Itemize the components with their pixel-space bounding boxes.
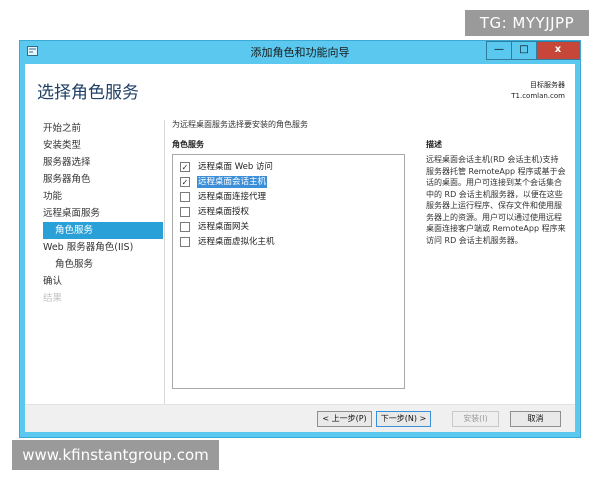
wizard-client-area: 选择角色服务 目标服务器 T1.comlan.com 开始之前 安装类型 服务器… — [25, 64, 575, 432]
role-row-rd-gateway[interactable]: 远程桌面网关 — [180, 220, 250, 234]
role-row-rd-session-host[interactable]: ✓ 远程桌面会话主机 — [180, 175, 268, 189]
wizard-nav: 开始之前 安装类型 服务器选择 服务器角色 功能 远程桌面服务 角色服务 Web… — [43, 120, 163, 307]
role-label-rd-session-host: 远程桌面会话主机 — [197, 176, 268, 188]
nav-item-features[interactable]: 功能 — [43, 188, 163, 205]
role-row-rd-web-access[interactable]: ✓ 远程桌面 Web 访问 — [180, 160, 274, 174]
roles-heading: 角色服务 — [172, 140, 204, 149]
role-checkbox-rd-licensing[interactable] — [180, 207, 190, 217]
description-heading: 描述 — [426, 140, 442, 149]
nav-item-remote-desktop-services[interactable]: 远程桌面服务 — [43, 205, 163, 222]
role-label-rd-connection-broker: 远程桌面连接代理 — [198, 192, 267, 202]
title-bar: 添加角色和功能向导 — □ x — [20, 41, 580, 63]
wizard-footer: < 上一步(P) 下一步(N) > 安装(I) 取消 — [25, 404, 575, 432]
nav-item-results: 结果 — [43, 293, 63, 304]
nav-item-web-server-role[interactable]: Web 服务器角色(IIS) — [43, 239, 163, 256]
role-checkbox-rd-connection-broker[interactable] — [180, 192, 190, 202]
maximize-button[interactable]: □ — [511, 41, 537, 60]
next-button[interactable]: 下一步(N) > — [376, 411, 431, 427]
role-services-list[interactable]: ✓ 远程桌面 Web 访问 ✓ 远程桌面会话主机 远程桌面连接代理 远程桌面授权… — [172, 154, 405, 389]
instruction-text: 为远程桌面服务选择要安装的角色服务 — [172, 120, 308, 129]
role-label-rd-web-access: 远程桌面 Web 访问 — [198, 162, 273, 172]
role-label-rd-gateway: 远程桌面网关 — [198, 222, 250, 232]
role-checkbox-rd-virtualization-host[interactable] — [180, 237, 190, 247]
nav-item-before-you-begin[interactable]: 开始之前 — [43, 120, 163, 137]
nav-item-confirmation[interactable]: 确认 — [43, 273, 163, 290]
role-label-rd-virtualization-host: 远程桌面虚拟化主机 — [198, 237, 275, 247]
role-checkbox-rd-gateway[interactable] — [180, 222, 190, 232]
destination-server-name: T1.comlan.com — [511, 92, 565, 100]
description-text: 远程桌面会话主机(RD 会话主机)支持服务器托管 RemoteApp 程序或基于… — [426, 155, 566, 245]
nav-item-server-roles[interactable]: 服务器角色 — [43, 171, 163, 188]
role-row-rd-connection-broker[interactable]: 远程桌面连接代理 — [180, 190, 267, 204]
role-checkbox-rd-session-host[interactable]: ✓ — [180, 177, 190, 187]
role-checkbox-rd-web-access[interactable]: ✓ — [180, 162, 190, 172]
previous-button[interactable]: < 上一步(P) — [317, 411, 372, 427]
role-label-rd-licensing: 远程桌面授权 — [198, 207, 250, 217]
install-button: 安装(I) — [452, 411, 499, 427]
destination-server-label: 目标服务器 — [530, 81, 565, 89]
nav-item-installation-type[interactable]: 安装类型 — [43, 137, 163, 154]
role-row-rd-virtualization-host[interactable]: 远程桌面虚拟化主机 — [180, 235, 276, 249]
destination-server: 目标服务器 T1.comlan.com — [511, 80, 565, 102]
watermark-bottom: www.kfinstantgroup.com — [12, 440, 219, 470]
wizard-window: 添加角色和功能向导 — □ x 选择角色服务 目标服务器 T1.comlan.c… — [19, 40, 581, 438]
nav-item-iis-role-services[interactable]: 角色服务 — [43, 256, 163, 273]
minimize-button[interactable]: — — [486, 41, 512, 60]
role-row-rd-licensing[interactable]: 远程桌面授权 — [180, 205, 250, 219]
nav-divider — [164, 120, 165, 410]
close-button[interactable]: x — [536, 41, 580, 60]
cancel-button[interactable]: 取消 — [510, 411, 561, 427]
watermark-top: TG: MYYJJPP — [465, 10, 589, 36]
nav-item-server-selection[interactable]: 服务器选择 — [43, 154, 163, 171]
page-title: 选择角色服务 — [37, 83, 139, 103]
nav-item-rds-role-services[interactable]: 角色服务 — [43, 222, 163, 239]
